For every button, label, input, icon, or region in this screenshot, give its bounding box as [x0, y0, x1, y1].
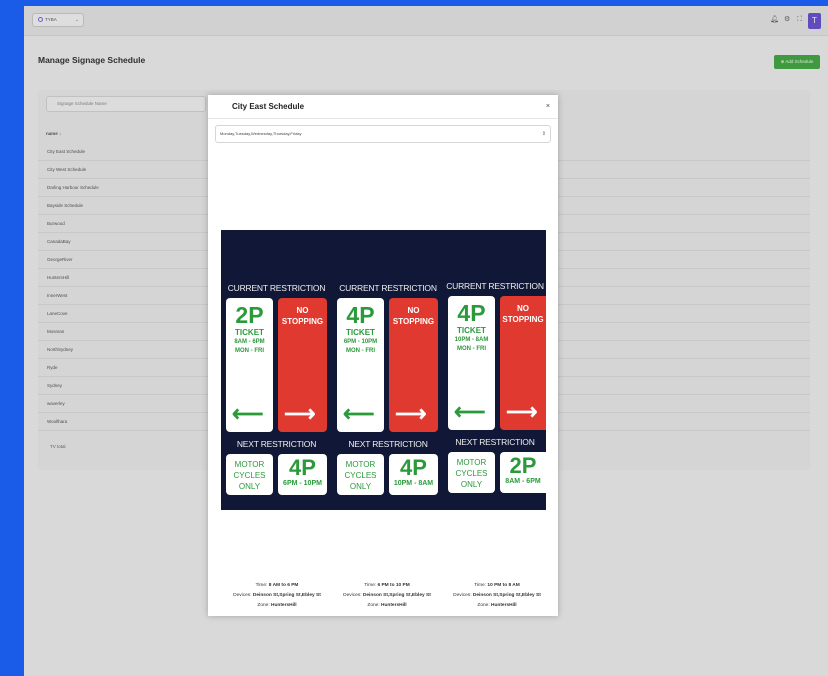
arrow-left-icon: ⟵ [454, 399, 486, 424]
devices-label: Devices: [453, 593, 472, 598]
no-stopping-line-2: STOPPING [502, 315, 544, 324]
schedule-info-3: Time: 10 PM to 8 AM Devices: Deinson St,… [442, 581, 552, 611]
no-stopping-line-1: NO [407, 306, 420, 315]
time-label: Time: [364, 583, 377, 588]
motorcycles-panel: MOTOR CYCLES ONLY [337, 454, 384, 495]
time-value: 10 PM to 8 AM [487, 583, 520, 588]
next-restriction-label: NEXT RESTRICTION [455, 437, 535, 447]
no-stopping-line-2: STOPPING [281, 317, 324, 326]
schedule-modal: City East Schedule × Monday,Tuesday,Wedn… [208, 95, 558, 616]
motorcycles-panel: MOTOR CYCLES ONLY [448, 452, 495, 493]
current-restriction-label: CURRENT RESTRICTION [446, 281, 544, 291]
zone-value: HuntersHill [381, 603, 407, 608]
permit-value: 4P [457, 300, 486, 326]
ticket-label: TICKET [346, 328, 375, 337]
permit-hours: 8AM - 6PM [234, 339, 265, 345]
ticket-label: TICKET [457, 326, 486, 335]
next-permit-hours: 8AM - 6PM [505, 478, 541, 485]
permit-value: 2P [235, 302, 264, 328]
next-permit-panel: 4P 10PM - 8AM [389, 454, 438, 495]
permit-days: MON - FRI [346, 347, 375, 354]
time-value: 8 AM to 6 PM [268, 583, 299, 588]
zone-label: Zone: [367, 603, 380, 608]
select-arrows-icon: ⇕ [541, 131, 546, 137]
arrow-right-icon: ⟶ [284, 401, 316, 426]
moto-line-1: MOTOR [345, 460, 376, 469]
permit-days: MON - FRI [235, 347, 264, 354]
devices-label: Devices: [233, 593, 252, 598]
moto-line-1: MOTOR [234, 460, 265, 469]
devices-value: Deinson St,Spring St,Ebley St [472, 593, 541, 598]
no-stopping-line-1: NO [296, 306, 309, 315]
permit-days: MON - FRI [457, 345, 486, 352]
next-permit-panel: 4P 6PM - 10PM [278, 454, 327, 495]
arrow-left-icon: ⟵ [232, 401, 264, 426]
zone-label: Zone: [257, 603, 270, 608]
devices-value: Deinson St,Spring St,Ebley St [252, 593, 321, 598]
no-stopping-panel: NO STOPPING ⟶ [389, 298, 438, 432]
current-restriction-label: CURRENT RESTRICTION [339, 283, 437, 293]
permit-hours: 6PM - 10PM [343, 339, 378, 345]
days-select-value: Monday,Tuesday,Wednesday,Thursday,Friday [220, 131, 302, 136]
next-permit-panel: 2P 8AM - 6PM [500, 452, 546, 493]
next-permit-hours: 10PM - 8AM [393, 480, 434, 487]
next-permit-value: 4P [400, 455, 427, 480]
current-restriction-label: CURRENT RESTRICTION [227, 283, 326, 293]
devices-label: Devices: [343, 593, 362, 598]
no-stopping-panel: NO STOPPING ⟶ [500, 296, 546, 430]
zone-label: Zone: [477, 603, 490, 608]
moto-line-3: ONLY [238, 482, 261, 491]
no-stopping-line-1: NO [517, 304, 529, 313]
moto-line-1: MOTOR [456, 458, 487, 467]
motorcycles-panel: MOTOR CYCLES ONLY [226, 454, 273, 495]
devices-value: Deinson St,Spring St,Ebley St [362, 593, 431, 598]
time-value: 6 PM to 10 PM [377, 583, 410, 588]
sign-preview-3: CURRENT RESTRICTION 4P TICKET 10PM - 8AM… [444, 230, 546, 510]
next-permit-value: 2P [509, 453, 537, 478]
schedule-info-1: Time: 8 AM to 6 PM Devices: Deinson St,S… [222, 581, 332, 611]
moto-line-2: CYCLES [233, 471, 266, 480]
next-restriction-label: NEXT RESTRICTION [236, 439, 317, 449]
close-icon[interactable]: × [546, 103, 550, 110]
permit-value: 4P [346, 302, 375, 328]
permit-panel: 2P TICKET 8AM - 6PM MON - FRI ⟵ [226, 298, 273, 432]
permit-panel: 4P TICKET 10PM - 8AM MON - FRI ⟵ [448, 296, 495, 430]
zone-value: HuntersHill [271, 603, 297, 608]
no-stopping-panel: NO STOPPING ⟶ [278, 298, 327, 432]
schedule-info-2: Time: 6 PM to 10 PM Devices: Deinson St,… [332, 581, 442, 611]
no-stopping-line-2: STOPPING [392, 317, 435, 326]
time-label: Time: [474, 583, 487, 588]
days-select[interactable]: Monday,Tuesday,Wednesday,Thursday,Friday… [215, 125, 551, 143]
time-label: Time: [255, 583, 268, 588]
arrow-left-icon: ⟵ [343, 401, 375, 426]
arrow-right-icon: ⟶ [506, 399, 538, 424]
moto-line-2: CYCLES [455, 469, 488, 478]
ticket-label: TICKET [235, 328, 264, 337]
moto-line-3: ONLY [349, 482, 372, 491]
next-permit-hours: 6PM - 10PM [283, 480, 322, 487]
moto-line-3: ONLY [460, 480, 483, 489]
modal-title: City East Schedule [232, 102, 305, 111]
zone-value: HuntersHill [491, 603, 517, 608]
sign-preview-2: CURRENT RESTRICTION 4P TICKET 6PM - 10PM… [332, 230, 444, 510]
moto-line-2: CYCLES [344, 471, 377, 480]
permit-panel: 4P TICKET 6PM - 10PM MON - FRI ⟵ [337, 298, 384, 432]
arrow-right-icon: ⟶ [395, 401, 427, 426]
permit-hours: 10PM - 8AM [454, 337, 489, 343]
modal-divider [208, 118, 558, 119]
next-permit-value: 4P [289, 455, 316, 480]
next-restriction-label: NEXT RESTRICTION [348, 439, 428, 449]
sign-preview-1: CURRENT RESTRICTION 2P TICKET 8AM - 6PM … [221, 230, 332, 510]
